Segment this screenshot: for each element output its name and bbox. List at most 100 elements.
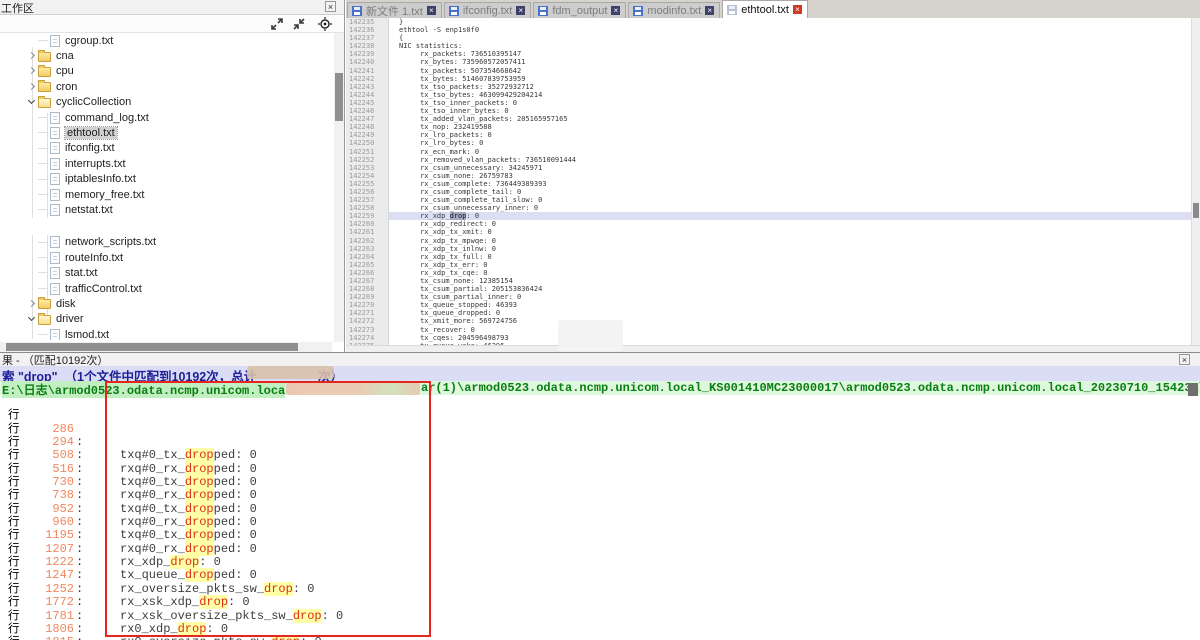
editor-line: 142265 rx_xdp_tx_err: 0 [346,261,1191,269]
editor-line: 142237 { [346,34,1191,42]
line-number: 142249 [346,131,389,139]
code-text: tx_tso_inner_packets: 0 [399,99,517,107]
tree-item-label: memory_free.txt [65,189,144,201]
scrollbar-thumb[interactable] [335,73,343,121]
chevron-icon[interactable] [26,313,38,325]
tree-item[interactable]: stat.txt [0,265,332,280]
result-row[interactable]: 行 1815 : rx1_oversize_pkts_sw_drop: 0 [0,610,1200,623]
result-row[interactable]: 行 286 : txq#0_tx_dropped: 0 [0,396,1200,409]
editor-vertical-scrollbar[interactable] [1191,18,1200,345]
scrollbar-thumb[interactable] [1193,203,1199,218]
expand-all-icon[interactable] [270,17,284,31]
close-tab-icon[interactable]: × [611,6,620,15]
results-scrollbar-thumb[interactable] [1188,383,1198,396]
result-row[interactable]: 行 952 : txq#0_tx_dropped: 0 [0,476,1200,489]
tree-item-label: disk [56,298,76,310]
scrollbar-thumb[interactable] [6,343,298,351]
editor-tab[interactable]: ifconfig.txt × [444,2,532,18]
result-row[interactable]: 行 294 : rxq#0_rx_dropped: 0 [0,409,1200,422]
chevron-icon[interactable] [26,65,38,77]
chevron-icon[interactable] [26,298,38,310]
line-number: 142252 [346,156,389,164]
tree-item-label: cna [56,50,74,62]
collapse-all-icon[interactable] [292,17,306,31]
editor-tab[interactable]: ethtool.txt × [722,0,808,18]
line-number: 142256 [346,188,389,196]
save-icon [449,6,459,16]
result-row[interactable]: 行 1222 : rx_oversize_pkts_sw_drop: 0 [0,529,1200,542]
tree-item[interactable]: command_log.txt [0,110,332,125]
workspace-panel: 工作区 × cgroup.txt cna [0,0,345,352]
tree-item[interactable]: cpu [0,64,332,79]
tree-item[interactable]: memory_free.txt [0,187,332,202]
tree-item[interactable]: driver [0,312,332,327]
editor-horizontal-scrollbar[interactable] [346,345,1200,352]
chevron-icon[interactable] [26,50,38,62]
tree-item[interactable]: netstat.txt [0,202,332,217]
tree-item[interactable]: routeInfo.txt [0,250,332,265]
workspace-close-icon[interactable]: × [325,1,336,12]
result-row[interactable]: 行 508 : txq#0_tx_dropped: 0 [0,423,1200,436]
result-row[interactable]: 行 738 : rxq#0_rx_dropped: 0 [0,463,1200,476]
result-row[interactable]: 行 1195 : rx_xdp_drop: 0 [0,503,1200,516]
tree-item[interactable]: network_scripts.txt [0,235,332,250]
tree-item[interactable]: lsmod.txt [0,327,332,340]
result-file-path[interactable]: E:\日志\armod0523.odata.ncmp.unicom.loca a… [0,381,1200,395]
tree-item[interactable]: cgroup.txt [0,33,332,48]
tree-horizontal-scrollbar[interactable] [0,342,332,352]
chevron-icon[interactable] [26,81,38,93]
editor-line: 142274 tx_cqes: 204596498793 [346,334,1191,342]
tree-item[interactable]: interrupts.txt [0,156,332,171]
result-row[interactable]: 行 1252 : rx_xsk_oversize_pkts_sw_drop: 0 [0,556,1200,569]
tree-item[interactable]: cyclicCollection [0,95,332,110]
locate-file-icon[interactable] [318,17,332,31]
close-tab-icon[interactable]: × [705,6,714,15]
file-tree: cgroup.txt cna cpu cron [0,33,332,340]
result-row[interactable]: 行 1806 : rx1_xdp_drop: 0 [0,596,1200,609]
code-text: tx_queue_stopped: 46393 [399,301,517,309]
tree-item[interactable]: cron [0,79,332,94]
chevron-icon[interactable] [26,96,38,108]
editor-text-area[interactable]: 142235 } 142236 ethtool -S enp1s0f0 1422… [346,18,1191,345]
code-text: rx_csum_unnecessary_inner: 0 [399,204,538,212]
code-text: tx_queue_dropped: 0 [399,309,500,317]
tree-item[interactable]: disk [0,296,332,311]
result-row[interactable]: 行 730 : txq#0_tx_dropped: 0 [0,449,1200,462]
results-close-icon[interactable]: × [1179,354,1190,365]
line-number: 142265 [346,261,389,269]
tree-item[interactable]: trafficControl.txt [0,281,332,296]
editor-tab[interactable]: 新文件 1.txt × [347,2,442,18]
tree-item[interactable]: ethtool.txt [0,125,332,140]
editor-tab[interactable]: fdm_output × [533,2,626,18]
editor-line-text: rx_xdp_tx_cqe: 0 [389,269,1191,277]
tree-item-label: stat.txt [65,267,97,279]
editor-tab[interactable]: modinfo.txt × [628,2,720,18]
result-row[interactable]: 行 1781 : rx0_oversize_pkts_sw_drop: 0 [0,583,1200,596]
tree-item[interactable]: cna [0,48,332,63]
line-number: 142255 [346,180,389,188]
code-text: rx_xdp_tx_err: 0 [399,261,488,269]
tree-vertical-scrollbar[interactable] [334,33,344,342]
line-number: 142251 [346,148,389,156]
code-text: tx_csum_partial: 205153836424 [399,285,542,293]
editor-line-text: rx_xdp_tx_mpwqe: 0 [389,237,1191,245]
result-row[interactable]: 行 960 : rxq#0_rx_dropped: 0 [0,489,1200,502]
editor-line-text: rx_csum_unnecessary_inner: 0 [389,204,1191,212]
tree-item-icon [50,127,60,139]
result-row[interactable]: 行 516 : rxq#0_rx_dropped: 0 [0,436,1200,449]
close-tab-icon[interactable]: × [427,6,436,15]
code-text: rx_xdp_redirect: 0 [399,220,496,228]
editor-line-text: rx_packets: 736510395147 [389,50,1191,58]
result-row[interactable]: 行 1247 : rx_xsk_xdp_drop: 0 [0,543,1200,556]
close-tab-icon[interactable]: × [793,5,802,14]
result-match-text: rx0_oversize_pkts_sw_drop: 0 [120,636,322,640]
tree-item[interactable]: ifconfig.txt [0,141,332,156]
tree-item[interactable] [0,218,332,235]
tree-item[interactable]: iptablesInfo.txt [0,172,332,187]
editor-line: 142261 rx_xdp_tx_xmit: 0 [346,228,1191,236]
tree-item-icon [50,189,60,201]
close-tab-icon[interactable]: × [516,6,525,15]
result-row[interactable]: 行 1840 : rx2_xdp_drop: 0 [0,623,1200,636]
result-row[interactable]: 行 1772 : rx0_xdp_drop: 0 [0,569,1200,582]
result-row[interactable]: 行 1207 : tx_queue_dropped: 0 [0,516,1200,529]
